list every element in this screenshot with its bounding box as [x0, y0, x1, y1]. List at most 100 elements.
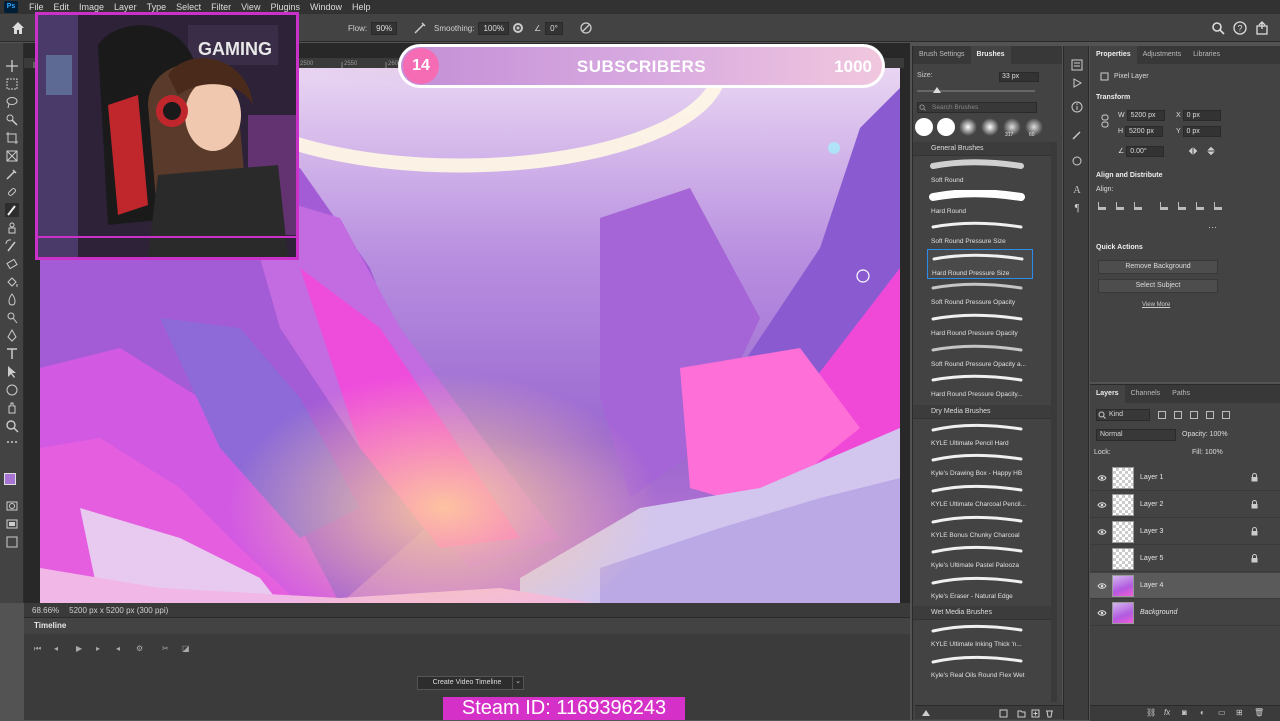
remove-background-button[interactable]: Remove Background	[1098, 260, 1218, 274]
brush-settings-panel-icon[interactable]	[1070, 128, 1084, 142]
brush-item[interactable]: Soft Round Pressure Opacity	[927, 279, 1033, 309]
first-frame-icon[interactable]: ⏮	[34, 644, 41, 654]
menu-help[interactable]: Help	[347, 2, 376, 12]
ellipse-tool-icon[interactable]	[5, 383, 19, 397]
smoothing-value[interactable]: 100%	[478, 22, 509, 35]
eye-icon[interactable]	[1097, 582, 1107, 590]
layer-filter-icon[interactable]	[1206, 411, 1214, 419]
brush-group-header[interactable]: Dry Media Brushes	[913, 404, 1051, 419]
blend-mode-select[interactable]: Normal	[1096, 429, 1176, 441]
brush-tool-icon[interactable]	[5, 203, 19, 217]
x-input[interactable]: 0 px	[1182, 110, 1221, 121]
tab-libraries[interactable]: Libraries	[1187, 46, 1226, 64]
smoothing-control[interactable]: Smoothing: 100%	[434, 22, 509, 35]
gear-icon[interactable]	[510, 20, 526, 36]
help-icon[interactable]: ?	[1232, 20, 1248, 36]
menu-image[interactable]: Image	[74, 2, 109, 12]
audio-icon[interactable]: ◂	[116, 644, 120, 653]
share-icon[interactable]	[1254, 20, 1270, 36]
eye-icon[interactable]	[1097, 501, 1107, 509]
brush-item[interactable]: KYLE Ultimate Inking Thick 'n...	[927, 621, 1033, 651]
next-frame-icon[interactable]: ▸	[96, 644, 100, 653]
paint-bucket-tool-icon[interactable]	[5, 275, 19, 289]
prev-frame-icon[interactable]: ◂	[54, 644, 58, 653]
align-button-icon[interactable]	[1116, 202, 1124, 210]
align-button-icon[interactable]	[1134, 202, 1142, 210]
settings-icon[interactable]: ⚙	[136, 644, 143, 653]
quick-mask-icon[interactable]	[5, 499, 19, 513]
menu-filter[interactable]: Filter	[206, 2, 236, 12]
delete-brush-icon[interactable]	[1045, 709, 1054, 718]
y-input[interactable]: 0 px	[1182, 126, 1221, 137]
brush-item[interactable]: KYLE Ultimate Charcoal Pencil...	[927, 481, 1033, 511]
preset-soft-round[interactable]	[959, 118, 977, 136]
layer-name[interactable]: Layer 1	[1140, 474, 1163, 481]
character-icon[interactable]: A	[1070, 182, 1084, 196]
lock-icon[interactable]	[1251, 554, 1258, 563]
size-slider-handle[interactable]	[933, 87, 941, 93]
more-options-icon[interactable]: ···	[1208, 222, 1217, 232]
crop-tool-icon[interactable]	[5, 131, 19, 145]
eraser-tool-icon[interactable]	[5, 257, 19, 271]
layer-name[interactable]: Layer 5	[1140, 555, 1163, 562]
view-more-link[interactable]: View More	[1142, 302, 1170, 308]
layer-filter-icon[interactable]	[1222, 411, 1230, 419]
brush-list-scrollbar[interactable]	[1051, 142, 1057, 702]
create-video-timeline-button[interactable]: Create Video Timeline	[417, 676, 517, 690]
delete-layer-icon[interactable]: 🗑	[1254, 708, 1264, 717]
clone-source-icon[interactable]	[1070, 154, 1084, 168]
align-button-icon[interactable]	[1214, 202, 1222, 210]
preview-size-slider-icon[interactable]	[921, 709, 931, 717]
fill-input[interactable]: 100%	[1205, 449, 1223, 456]
layer-name[interactable]: Layer 4	[1140, 582, 1163, 589]
eye-icon[interactable]	[1097, 555, 1107, 563]
new-layer-icon[interactable]: ⊞	[1236, 708, 1243, 717]
angle-value[interactable]: 0°	[545, 22, 563, 35]
edit-toolbar-icon[interactable]	[5, 535, 19, 549]
zoom-tool-icon[interactable]	[5, 419, 19, 433]
align-button-icon[interactable]	[1098, 202, 1106, 210]
mask-icon[interactable]: ◙	[1182, 708, 1187, 717]
brush-item[interactable]: Hard Round Pressure Opacity	[927, 310, 1033, 340]
history-brush-tool-icon[interactable]	[5, 239, 19, 253]
align-button-icon[interactable]	[1160, 202, 1168, 210]
layer-filter-icon[interactable]	[1190, 411, 1198, 419]
link-icon[interactable]	[1100, 114, 1110, 128]
menu-plugins[interactable]: Plugins	[265, 2, 305, 12]
tab-adjustments[interactable]: Adjustments	[1137, 46, 1188, 64]
preset-soft-round-2[interactable]	[981, 118, 999, 136]
flow-control[interactable]: Flow: 90%	[348, 22, 398, 35]
select-subject-button[interactable]: Select Subject	[1098, 279, 1218, 293]
layer-row[interactable]: Layer 1	[1090, 465, 1280, 491]
foreground-color-swatch[interactable]	[4, 473, 16, 485]
airbrush-icon[interactable]	[412, 20, 428, 36]
brush-item[interactable]: Hard Round	[927, 188, 1033, 218]
hand-tool-icon[interactable]	[5, 401, 19, 415]
screen-mode-icon[interactable]	[5, 517, 19, 531]
brush-item[interactable]: Hard Round Pressure Opacity...	[927, 371, 1033, 401]
tab-channels[interactable]: Channels	[1125, 385, 1167, 403]
flip-vertical-icon[interactable]	[1206, 146, 1216, 156]
tab-layers[interactable]: Layers	[1090, 385, 1125, 403]
brush-item[interactable]: Kyle's Real Oils Round Flex Wet	[927, 652, 1033, 682]
timeline-title[interactable]: Timeline	[24, 618, 910, 634]
align-button-icon[interactable]	[1196, 202, 1204, 210]
search-brushes-input[interactable]: Search Brushes	[917, 102, 1037, 113]
angle-input[interactable]: 0.00°	[1126, 146, 1165, 157]
tab-brush-settings[interactable]: Brush Settings	[913, 46, 971, 64]
info-icon[interactable]	[1070, 100, 1084, 114]
layer-row[interactable]: Layer 3	[1090, 519, 1280, 545]
type-tool-icon[interactable]	[5, 347, 19, 361]
new-group-icon[interactable]: ▭	[1218, 708, 1226, 717]
brush-item[interactable]: KYLE Bonus Chunky Charcoal	[927, 512, 1033, 542]
menu-select[interactable]: Select	[171, 2, 206, 12]
tab-properties[interactable]: Properties	[1090, 46, 1137, 64]
more-tools-icon[interactable]	[5, 435, 19, 449]
move-tool-icon[interactable]	[5, 59, 19, 73]
actions-icon[interactable]	[1070, 76, 1084, 90]
layer-name[interactable]: Background	[1140, 609, 1177, 616]
brush-group-header[interactable]: Wet Media Brushes	[913, 606, 1051, 621]
brush-item[interactable]: Soft Round Pressure Opacity a...	[927, 341, 1033, 371]
menu-layer[interactable]: Layer	[109, 2, 142, 12]
layer-filter-icon[interactable]	[1174, 411, 1182, 419]
